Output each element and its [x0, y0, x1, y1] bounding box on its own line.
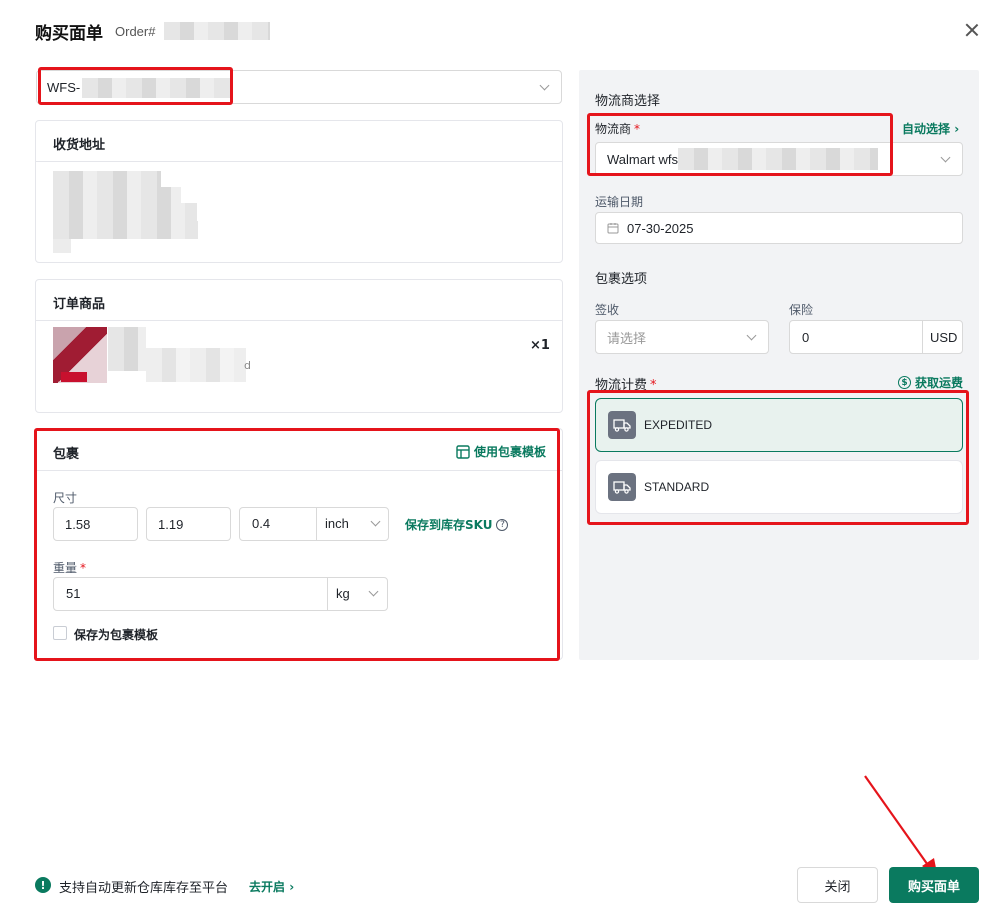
address-redacted-line — [53, 239, 71, 253]
carrier-account-redacted — [678, 148, 878, 170]
enable-auto-update-link[interactable]: 去开启 › — [249, 878, 294, 895]
auto-select-link[interactable]: 自动选择 › — [902, 120, 959, 137]
chevron-down-icon — [368, 586, 379, 597]
size-label: 尺寸 — [53, 491, 78, 505]
template-icon — [456, 444, 470, 459]
get-rates-link[interactable]: $ 获取运费 — [898, 374, 963, 391]
package-card-title: 包裹 — [53, 447, 80, 462]
save-template-label: 保存为包裹模板 — [74, 628, 159, 642]
items-card-title: 订单商品 — [53, 297, 106, 312]
item-quantity: ×1 — [530, 338, 550, 353]
shipment-select-value: WFS- — [47, 80, 81, 95]
length-unit-select[interactable]: inch — [325, 516, 349, 531]
rate-option-standard[interactable]: STANDARD — [595, 460, 963, 514]
order-number-redacted — [164, 22, 270, 40]
address-card: 收货地址 — [35, 120, 563, 263]
truck-icon — [608, 411, 636, 439]
product-thumbnail-detail — [61, 372, 87, 382]
address-redacted-line — [53, 171, 161, 187]
chevron-down-icon — [539, 80, 550, 91]
address-redacted-line — [53, 187, 181, 203]
address-redacted-line — [53, 221, 198, 239]
use-package-template-link[interactable]: 使用包裹模板 — [456, 443, 546, 460]
use-package-template-label: 使用包裹模板 — [474, 445, 547, 459]
ship-date-label: 运输日期 — [595, 195, 644, 209]
address-card-title: 收货地址 — [53, 138, 106, 153]
carrier-section-title: 物流商选择 — [595, 94, 661, 109]
shipment-select[interactable]: WFS- — [36, 70, 562, 104]
calendar-icon — [607, 223, 619, 234]
height-input[interactable]: 0.4 inch — [239, 507, 389, 541]
help-icon: ? — [496, 518, 509, 531]
rate-option-name: EXPEDITED — [644, 418, 713, 432]
weight-unit-select[interactable]: kg — [336, 586, 350, 601]
dollar-icon: $ — [898, 376, 911, 389]
product-name-redacted — [108, 327, 146, 371]
insurance-input[interactable]: 0 USD — [789, 320, 963, 354]
width-input[interactable]: 1.19 — [146, 507, 231, 541]
close-button[interactable]: 关闭 — [797, 867, 878, 903]
length-input[interactable]: 1.58 — [53, 507, 138, 541]
signature-select[interactable]: 请选择 — [595, 320, 769, 354]
save-template-checkbox[interactable] — [53, 626, 67, 640]
truck-icon — [608, 473, 636, 501]
rates-title: 物流计费 * — [595, 378, 657, 393]
product-sku-tail: d — [244, 359, 251, 372]
auto-update-text: 支持自动更新仓库库存至平台 — [59, 881, 229, 896]
close-icon[interactable] — [962, 20, 982, 40]
info-icon: ! — [35, 877, 51, 893]
weight-label: 重量 * — [53, 561, 87, 575]
chevron-right-icon: › — [285, 880, 295, 894]
rate-option-expedited[interactable]: EXPEDITED — [595, 398, 963, 452]
chevron-down-icon — [940, 152, 951, 163]
order-items-card: 订单商品 d ×1 — [35, 279, 563, 413]
insurance-label: 保险 — [789, 303, 814, 317]
package-card: 包裹 使用包裹模板 尺寸 1.58 1.19 0.4 inch 保存到库存SKU… — [35, 428, 563, 660]
package-options-title: 包裹选项 — [595, 272, 648, 287]
rate-option-name: STANDARD — [644, 480, 710, 494]
shipment-id-redacted — [82, 78, 230, 98]
chevron-right-icon: › — [950, 122, 960, 136]
address-redacted-line — [53, 203, 197, 221]
carrier-label: 物流商 * — [595, 122, 641, 136]
order-number-label: Order# — [115, 24, 156, 39]
dialog-title: 购买面单 — [35, 24, 103, 44]
insurance-currency: USD — [930, 330, 958, 345]
annotation-arrow — [864, 775, 938, 878]
signature-label: 签收 — [595, 303, 620, 317]
save-to-sku-link[interactable]: 保存到库存SKU ? — [405, 516, 509, 533]
buy-label-button[interactable]: 购买面单 — [889, 867, 979, 903]
product-name-redacted — [146, 348, 246, 382]
chevron-down-icon — [746, 330, 757, 341]
carrier-select[interactable]: Walmart wfs — [595, 142, 963, 176]
weight-input[interactable]: 51 kg — [53, 577, 388, 611]
ship-date-picker[interactable]: 07-30-2025 — [595, 212, 963, 244]
chevron-down-icon — [370, 516, 381, 527]
